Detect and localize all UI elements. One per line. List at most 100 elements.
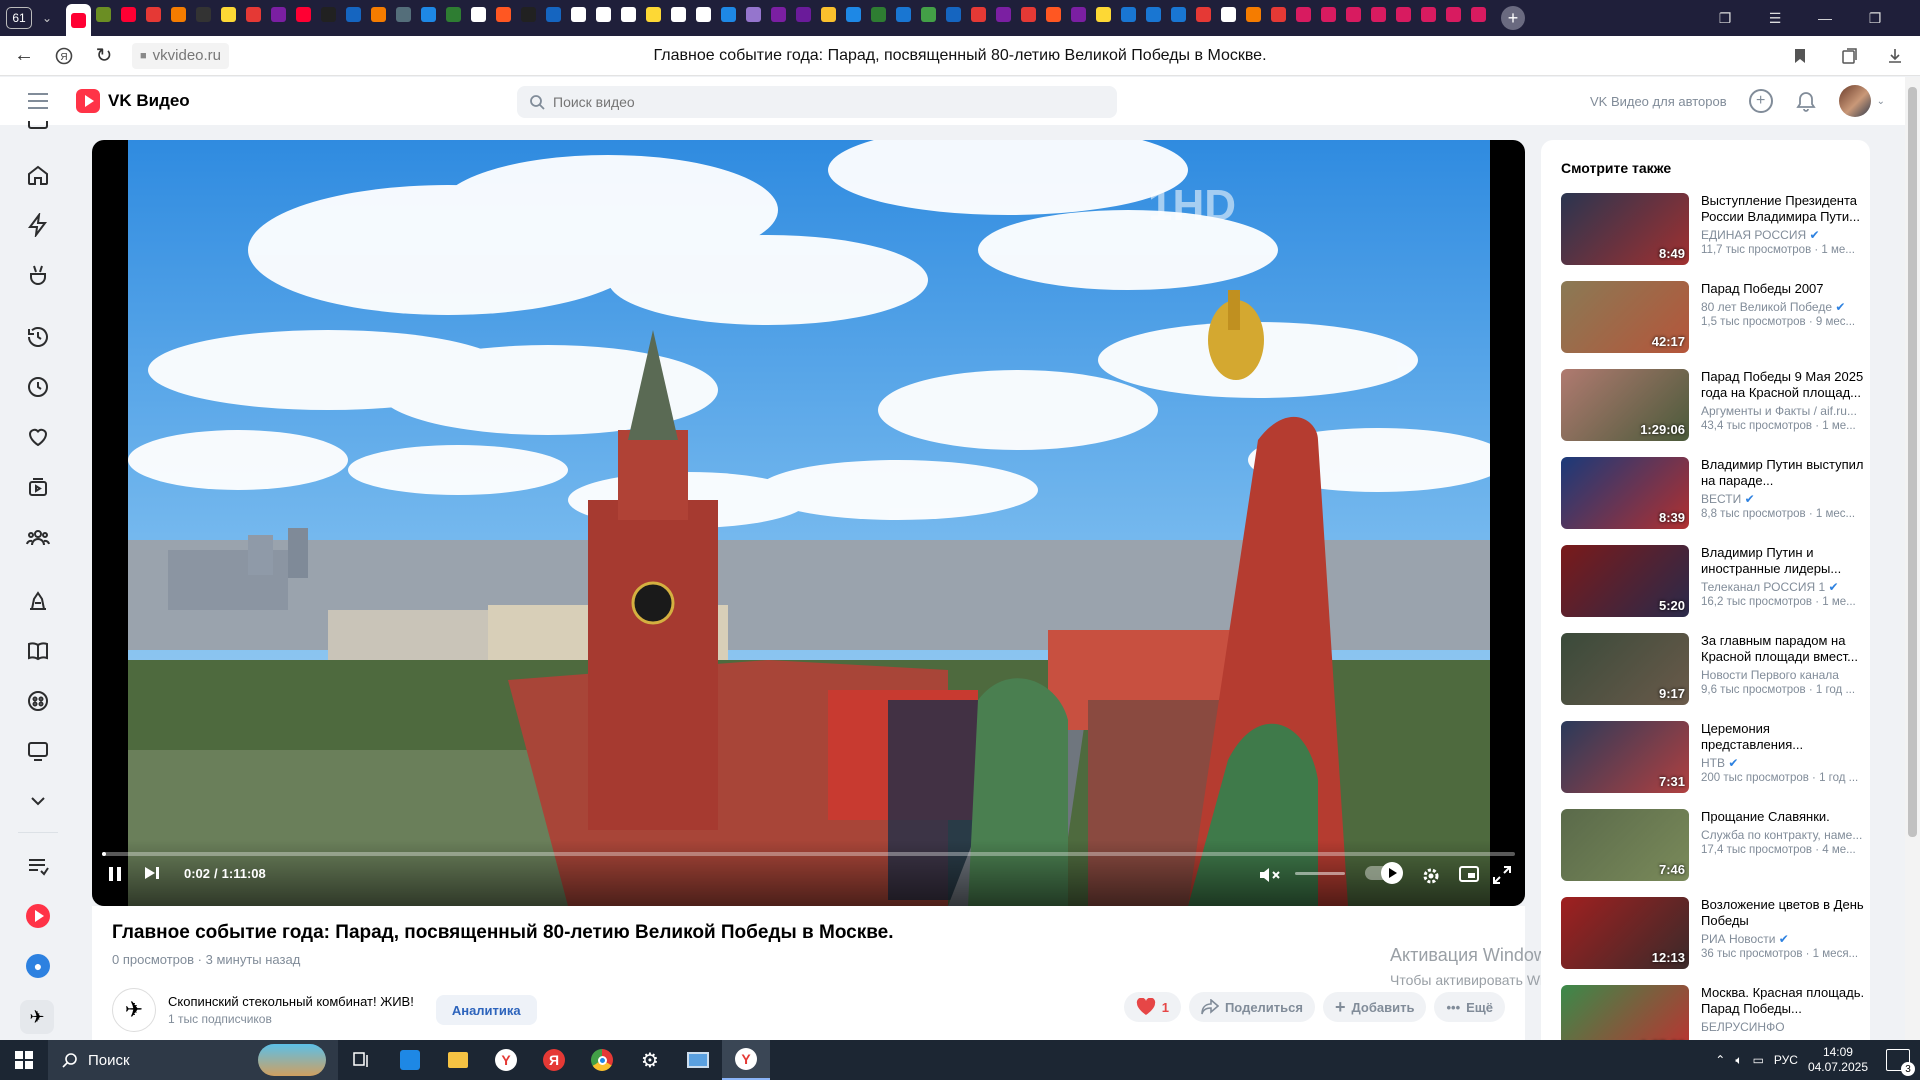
scrollbar-thumb[interactable] (1908, 87, 1917, 837)
recommendation-thumbnail[interactable]: 5:20 (1561, 545, 1689, 617)
recommendation-title[interactable]: Прощание Славянки. (1701, 809, 1866, 825)
recommendation-channel[interactable]: Служба по контракту, наме... (1701, 828, 1866, 842)
recommendation-title[interactable]: Выступление Президента России Владимира … (1701, 193, 1866, 225)
browser-tab[interactable] (316, 0, 341, 28)
channel-name[interactable]: Скопинский стекольный комбинат! ЖИВ! (168, 994, 414, 1009)
heart-icon[interactable] (24, 423, 52, 451)
browser-tab[interactable] (1091, 0, 1116, 28)
taskbar-search[interactable]: Поиск (48, 1040, 338, 1080)
browser-tab[interactable] (916, 0, 941, 28)
browser-tab[interactable] (1016, 0, 1041, 28)
recommendation-item[interactable]: 9:17 За главным парадом на Красной площад… (1561, 633, 1861, 705)
kids-icon[interactable] (24, 587, 52, 615)
channel-avatar-icon[interactable]: ✈ (20, 1000, 54, 1034)
browser-tab[interactable] (1216, 0, 1241, 28)
browser-tab[interactable] (1041, 0, 1066, 28)
bookmark-page-icon[interactable]: ❐ (1700, 10, 1750, 27)
lang-indicator[interactable]: РУС (1774, 1053, 1798, 1067)
browser-tab[interactable] (366, 0, 391, 28)
browser-tab[interactable] (191, 0, 216, 28)
tray-chevron-icon[interactable]: ⌃ (1715, 1053, 1725, 1067)
browser-tab[interactable] (866, 0, 891, 28)
recommendation-channel[interactable]: Аргументы и Факты / aif.ru... (1701, 404, 1866, 418)
browser-tab[interactable] (841, 0, 866, 28)
browser-tab[interactable] (766, 0, 791, 28)
browser-tab[interactable] (241, 0, 266, 28)
recommendation-thumbnail[interactable]: 1:37:28 (1561, 985, 1689, 1040)
browser-tab[interactable] (491, 0, 516, 28)
video-player[interactable]: 1HD 0:02 / 1:11:08 (92, 140, 1525, 906)
bell-icon[interactable] (1795, 90, 1817, 112)
taskbar-yandex-active[interactable]: Y (722, 1040, 770, 1080)
progress-bar[interactable] (102, 852, 1515, 856)
browser-tab[interactable] (1366, 0, 1391, 28)
browser-tab[interactable] (341, 0, 366, 28)
book-icon[interactable] (24, 637, 52, 665)
mute-button[interactable] (1259, 866, 1281, 884)
browser-tab[interactable] (91, 0, 116, 28)
recommendation-item[interactable]: 42:17 Парад Победы 2007 80 лет Великой Поб… (1561, 281, 1861, 353)
add-button[interactable]: + Добавить (1322, 992, 1427, 1022)
recommendation-channel[interactable]: Телеканал РОССИЯ 1 ✔ (1701, 580, 1866, 594)
recommendation-thumbnail[interactable]: 7:31 (1561, 721, 1689, 793)
profile-menu[interactable]: ⌄ (1838, 85, 1885, 117)
recommendation-title[interactable]: Возложение цветов в День Победы (1701, 897, 1866, 929)
browser-tab[interactable] (716, 0, 741, 28)
recommendation-title[interactable]: Москва. Красная площадь. Парад Победы... (1701, 985, 1866, 1017)
history-icon[interactable] (24, 323, 52, 351)
menu-icon[interactable]: ☰ (1750, 10, 1800, 27)
browser-tab[interactable] (466, 0, 491, 28)
browser-tab[interactable] (741, 0, 766, 28)
browser-tab[interactable] (116, 0, 141, 28)
browser-tab[interactable] (941, 0, 966, 28)
menu-button[interactable] (0, 92, 76, 110)
browser-tab[interactable] (791, 0, 816, 28)
reload-button[interactable]: ↻ (84, 36, 124, 76)
minimize-button[interactable]: — (1800, 10, 1850, 26)
more-button[interactable]: ••• Ещё (1434, 992, 1505, 1022)
download-icon[interactable] (1880, 36, 1910, 76)
recommendation-channel[interactable]: ВЕСТИ ✔ (1701, 492, 1866, 506)
start-button[interactable] (0, 1040, 48, 1080)
bookmark-icon[interactable] (1785, 36, 1815, 76)
recommendation-channel[interactable]: 80 лет Великой Победе ✔ (1701, 300, 1866, 314)
recommendation-thumbnail[interactable]: 8:39 (1561, 457, 1689, 529)
browser-tab[interactable] (1141, 0, 1166, 28)
like-button[interactable]: 1 (1123, 992, 1181, 1022)
recommendation-item[interactable]: 1:29:06 Парад Победы 9 Мая 2025 года на К… (1561, 369, 1863, 441)
recommendation-item[interactable]: 8:39 Владимир Путин выступил на параде...… (1561, 457, 1863, 529)
recommendation-thumbnail[interactable]: 12:13 (1561, 897, 1689, 969)
browser-tab[interactable] (1266, 0, 1291, 28)
browser-tab[interactable] (666, 0, 691, 28)
recommendation-thumbnail[interactable]: 8:49 (1561, 193, 1689, 265)
pause-button[interactable] (108, 866, 122, 882)
browser-tab[interactable] (1466, 0, 1491, 28)
back-button[interactable]: ← (4, 36, 44, 76)
upload-plus-icon[interactable]: + (1748, 89, 1773, 113)
browser-tab[interactable] (966, 0, 991, 28)
vk-video-app-icon[interactable] (24, 902, 52, 930)
taskbar-yandex[interactable]: Я (530, 1040, 578, 1080)
recommendation-thumbnail[interactable]: 42:17 (1561, 281, 1689, 353)
analytics-button[interactable]: Аналитика (435, 995, 537, 1025)
browser-tab[interactable] (1441, 0, 1466, 28)
browser-tab[interactable] (991, 0, 1016, 28)
taskbar-explorer[interactable] (434, 1040, 482, 1080)
browser-tab[interactable] (141, 0, 166, 28)
network-icon[interactable]: ▭ (1753, 1053, 1764, 1067)
browser-tab[interactable] (516, 0, 541, 28)
recommendation-title[interactable]: Владимир Путин и иностранные лидеры... (1701, 545, 1866, 577)
maximize-button[interactable]: ❐ (1850, 10, 1900, 27)
browser-tab[interactable] (1066, 0, 1091, 28)
browser-tab[interactable] (1391, 0, 1416, 28)
recommendation-channel[interactable]: БЕЛРУСИНФО (1701, 1020, 1866, 1034)
taskbar-store[interactable] (386, 1040, 434, 1080)
browser-tab[interactable] (1291, 0, 1316, 28)
browser-tab[interactable] (691, 0, 716, 28)
browser-tab[interactable] (216, 0, 241, 28)
tv-icon[interactable] (24, 737, 52, 765)
browser-tab[interactable] (816, 0, 841, 28)
chevron-down-icon[interactable] (24, 787, 52, 815)
taskbar-app[interactable] (674, 1040, 722, 1080)
subscriptions-icon[interactable] (24, 523, 52, 551)
